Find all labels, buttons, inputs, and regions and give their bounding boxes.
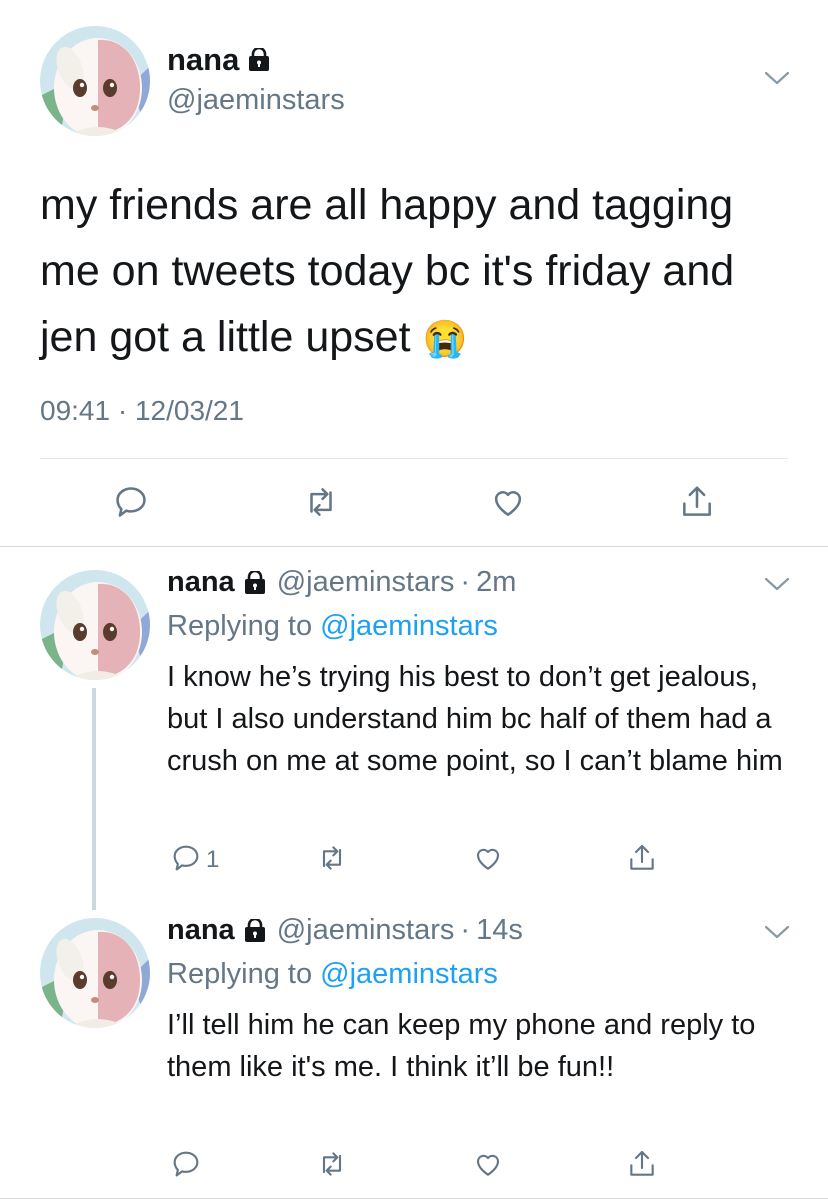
- display-name[interactable]: nana: [167, 566, 235, 599]
- tweet-timestamp[interactable]: 09:41 · 12/03/21: [40, 395, 244, 427]
- user-handle[interactable]: @jaeminstars: [277, 566, 455, 599]
- reply-header: nana @jaeminstars · 2m: [167, 566, 516, 599]
- retweet-icon[interactable]: [316, 842, 348, 874]
- separator: ·: [460, 566, 471, 598]
- separator: ·: [460, 914, 471, 946]
- reply-text: I’ll tell him he can keep my phone and r…: [167, 1009, 756, 1083]
- lock-icon: [243, 918, 267, 943]
- share-icon[interactable]: [626, 842, 658, 874]
- mention-link[interactable]: @jaeminstars: [320, 958, 498, 990]
- replying-to-label: Replying to: [167, 958, 313, 990]
- crying-face-emoji: 😭: [422, 318, 468, 359]
- reply-text: I know he’s trying his best to don’t get…: [167, 661, 783, 777]
- divider: [40, 458, 788, 459]
- replying-to: Replying to @jaeminstars: [167, 958, 498, 991]
- retweet-icon[interactable]: [302, 483, 340, 521]
- like-icon[interactable]: [489, 483, 527, 521]
- chevron-down-icon[interactable]: [764, 924, 790, 940]
- divider: [0, 1198, 828, 1199]
- chevron-down-icon[interactable]: [764, 576, 790, 592]
- tweet-text: my friends are all happy and tagging me …: [40, 172, 800, 372]
- mention-link[interactable]: @jaeminstars: [320, 610, 498, 642]
- user-handle[interactable]: @jaeminstars: [167, 84, 345, 117]
- retweet-icon[interactable]: [316, 1148, 348, 1180]
- reply-icon[interactable]: [170, 1148, 202, 1180]
- thread-line: [92, 688, 96, 910]
- avatar[interactable]: [40, 26, 150, 136]
- display-name-text[interactable]: nana: [167, 42, 239, 78]
- reply-icon[interactable]: [170, 842, 202, 874]
- chevron-down-icon[interactable]: [764, 70, 790, 86]
- avatar[interactable]: [40, 918, 150, 1028]
- tweet-time[interactable]: 2m: [476, 566, 516, 599]
- user-handle[interactable]: @jaeminstars: [277, 914, 455, 947]
- reply-header: nana @jaeminstars · 14s: [167, 914, 523, 947]
- replying-to: Replying to @jaeminstars: [167, 610, 498, 643]
- tweet-text-body: my friends are all happy and tagging me …: [40, 181, 735, 361]
- lock-icon: [243, 570, 267, 595]
- share-icon[interactable]: [626, 1148, 658, 1180]
- lock-icon: [247, 48, 271, 72]
- display-name[interactable]: nana: [167, 914, 235, 947]
- tweet-time[interactable]: 14s: [476, 914, 523, 947]
- divider: [0, 546, 828, 547]
- display-name[interactable]: nana: [167, 42, 271, 78]
- reply-count: 1: [206, 846, 220, 873]
- reply-icon[interactable]: [112, 483, 150, 521]
- like-icon[interactable]: [472, 842, 504, 874]
- share-icon[interactable]: [678, 483, 716, 521]
- replying-to-label: Replying to: [167, 610, 313, 642]
- like-icon[interactable]: [472, 1148, 504, 1180]
- avatar[interactable]: [40, 570, 150, 680]
